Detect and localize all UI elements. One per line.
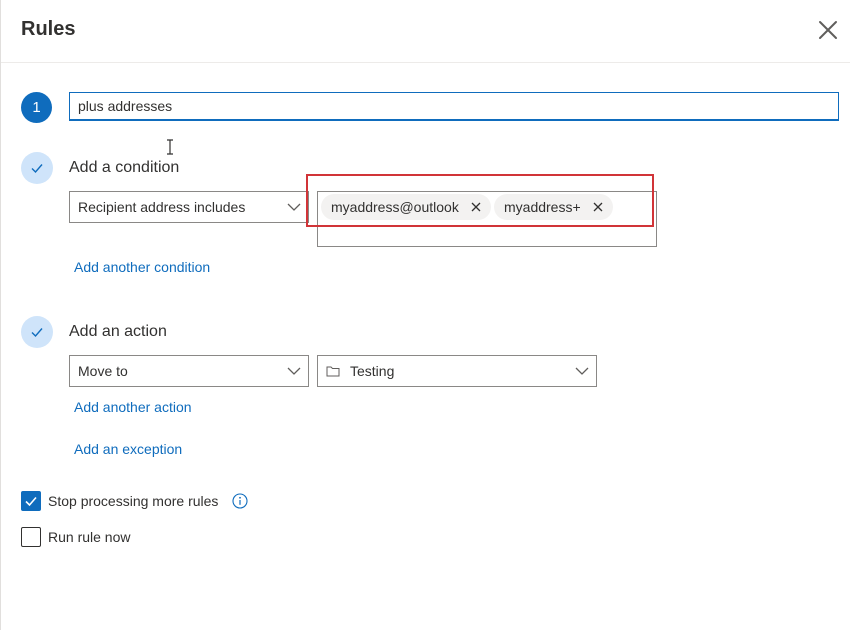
folder-value: Testing: [350, 363, 395, 379]
add-another-condition-link[interactable]: Add another condition: [74, 259, 210, 275]
stop-processing-checkbox[interactable]: [21, 491, 41, 511]
info-icon[interactable]: [232, 493, 248, 509]
text-cursor-icon: [167, 139, 173, 155]
close-icon[interactable]: [816, 18, 840, 42]
checkmark-icon: [31, 164, 43, 174]
checkmark-icon: [31, 328, 43, 338]
condition-step-badge: [21, 152, 53, 184]
action-type-dropdown[interactable]: Move to: [69, 355, 309, 387]
condition-field-dropdown[interactable]: Recipient address includes: [69, 191, 309, 223]
chevron-down-icon: [575, 367, 589, 375]
condition-field-value: Recipient address includes: [78, 199, 246, 215]
add-exception-link[interactable]: Add an exception: [74, 441, 182, 457]
annotation-highlight-box: [306, 174, 654, 227]
add-another-action-link[interactable]: Add another action: [74, 399, 192, 415]
action-type-value: Move to: [78, 363, 128, 379]
run-rule-now-label: Run rule now: [48, 529, 131, 545]
chevron-down-icon: [287, 367, 301, 375]
dialog-title: Rules: [21, 18, 76, 40]
action-heading: Add an action: [69, 323, 167, 340]
chevron-down-icon: [287, 203, 301, 211]
folder-dropdown[interactable]: Testing: [317, 355, 597, 387]
folder-icon: [326, 366, 340, 377]
run-rule-now-checkbox[interactable]: [21, 527, 41, 547]
condition-heading: Add a condition: [69, 159, 180, 176]
checkmark-icon: [25, 496, 37, 507]
rule-name-input[interactable]: [69, 92, 839, 121]
header-divider: [1, 62, 850, 63]
close-button[interactable]: [816, 18, 840, 42]
step-number-badge: 1: [21, 92, 52, 123]
action-step-badge: [21, 316, 53, 348]
dialog-left-border: [0, 0, 1, 630]
stop-processing-label: Stop processing more rules: [48, 493, 219, 509]
